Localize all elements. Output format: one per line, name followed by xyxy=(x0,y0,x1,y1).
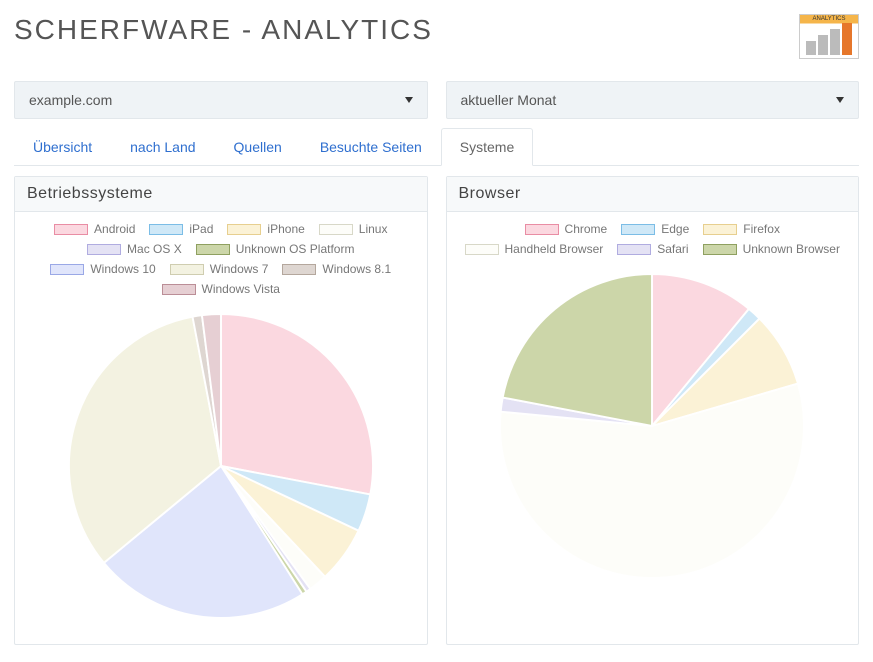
app-logo xyxy=(799,14,859,59)
tab-sources[interactable]: Quellen xyxy=(215,128,301,166)
chevron-down-icon xyxy=(405,97,413,103)
legend-label: Mac OS X xyxy=(127,242,182,256)
legend-label: Windows 10 xyxy=(90,262,155,276)
legend-label: Edge xyxy=(661,222,689,236)
legend-label: Unknown OS Platform xyxy=(236,242,355,256)
pie-slice[interactable] xyxy=(221,314,373,494)
legend-item[interactable]: iPad xyxy=(149,222,213,236)
browser-legend: Chrome Edge Firefox Handheld Browser Safari U… xyxy=(462,222,842,256)
legend-label: Linux xyxy=(359,222,388,236)
legend-swatch xyxy=(703,244,737,255)
legend-swatch xyxy=(227,224,261,235)
tab-systems[interactable]: Systeme xyxy=(441,128,533,166)
legend-item[interactable]: Windows Vista xyxy=(162,282,280,296)
os-panel-title: Betriebssysteme xyxy=(15,177,427,212)
legend-item[interactable]: Unknown Browser xyxy=(703,242,840,256)
legend-label: Unknown Browser xyxy=(743,242,840,256)
site-select[interactable]: example.com xyxy=(14,81,428,119)
legend-swatch xyxy=(50,264,84,275)
site-select-value: example.com xyxy=(29,92,112,108)
legend-item[interactable]: Firefox xyxy=(703,222,780,236)
tabs: Übersichtnach LandQuellenBesuchte Seiten… xyxy=(14,127,859,166)
legend-swatch xyxy=(162,284,196,295)
legend-swatch xyxy=(196,244,230,255)
legend-swatch xyxy=(465,244,499,255)
legend-label: iPhone xyxy=(267,222,304,236)
legend-item[interactable]: Linux xyxy=(319,222,388,236)
page-title: SCHERFWARE - ANALYTICS xyxy=(14,14,433,46)
legend-swatch xyxy=(525,224,559,235)
legend-item[interactable]: Handheld Browser xyxy=(465,242,604,256)
legend-label: Windows Vista xyxy=(202,282,280,296)
legend-label: iPad xyxy=(189,222,213,236)
browser-panel: Browser Chrome Edge Firefox Handheld Browse… xyxy=(446,176,860,645)
browser-panel-title: Browser xyxy=(447,177,859,212)
range-select[interactable]: aktueller Monat xyxy=(446,81,860,119)
os-pie-chart xyxy=(61,306,381,626)
legend-swatch xyxy=(54,224,88,235)
legend-item[interactable]: Windows 10 xyxy=(50,262,155,276)
legend-swatch xyxy=(621,224,655,235)
legend-swatch xyxy=(149,224,183,235)
tab-country[interactable]: nach Land xyxy=(111,128,214,166)
browser-pie-chart xyxy=(492,266,812,586)
legend-label: Windows 8.1 xyxy=(322,262,391,276)
chevron-down-icon xyxy=(836,97,844,103)
legend-swatch xyxy=(282,264,316,275)
legend-label: Chrome xyxy=(565,222,608,236)
legend-item[interactable]: Edge xyxy=(621,222,689,236)
legend-item[interactable]: iPhone xyxy=(227,222,304,236)
legend-label: Windows 7 xyxy=(210,262,269,276)
legend-item[interactable]: Unknown OS Platform xyxy=(196,242,355,256)
legend-swatch xyxy=(703,224,737,235)
os-panel: Betriebssysteme Android iPad iPhone Linux Ma… xyxy=(14,176,428,645)
legend-item[interactable]: Chrome xyxy=(525,222,608,236)
legend-label: Firefox xyxy=(743,222,780,236)
legend-label: Safari xyxy=(657,242,688,256)
legend-item[interactable]: Windows 7 xyxy=(170,262,269,276)
range-select-value: aktueller Monat xyxy=(461,92,557,108)
legend-label: Android xyxy=(94,222,135,236)
legend-swatch xyxy=(87,244,121,255)
legend-swatch xyxy=(617,244,651,255)
legend-item[interactable]: Windows 8.1 xyxy=(282,262,391,276)
os-legend: Android iPad iPhone Linux Mac OS X Unknown OS… xyxy=(31,222,411,296)
tab-pages[interactable]: Besuchte Seiten xyxy=(301,128,441,166)
legend-swatch xyxy=(170,264,204,275)
legend-item[interactable]: Safari xyxy=(617,242,688,256)
legend-item[interactable]: Android xyxy=(54,222,135,236)
tab-overview[interactable]: Übersicht xyxy=(14,128,111,166)
legend-label: Handheld Browser xyxy=(505,242,604,256)
legend-item[interactable]: Mac OS X xyxy=(87,242,182,256)
legend-swatch xyxy=(319,224,353,235)
